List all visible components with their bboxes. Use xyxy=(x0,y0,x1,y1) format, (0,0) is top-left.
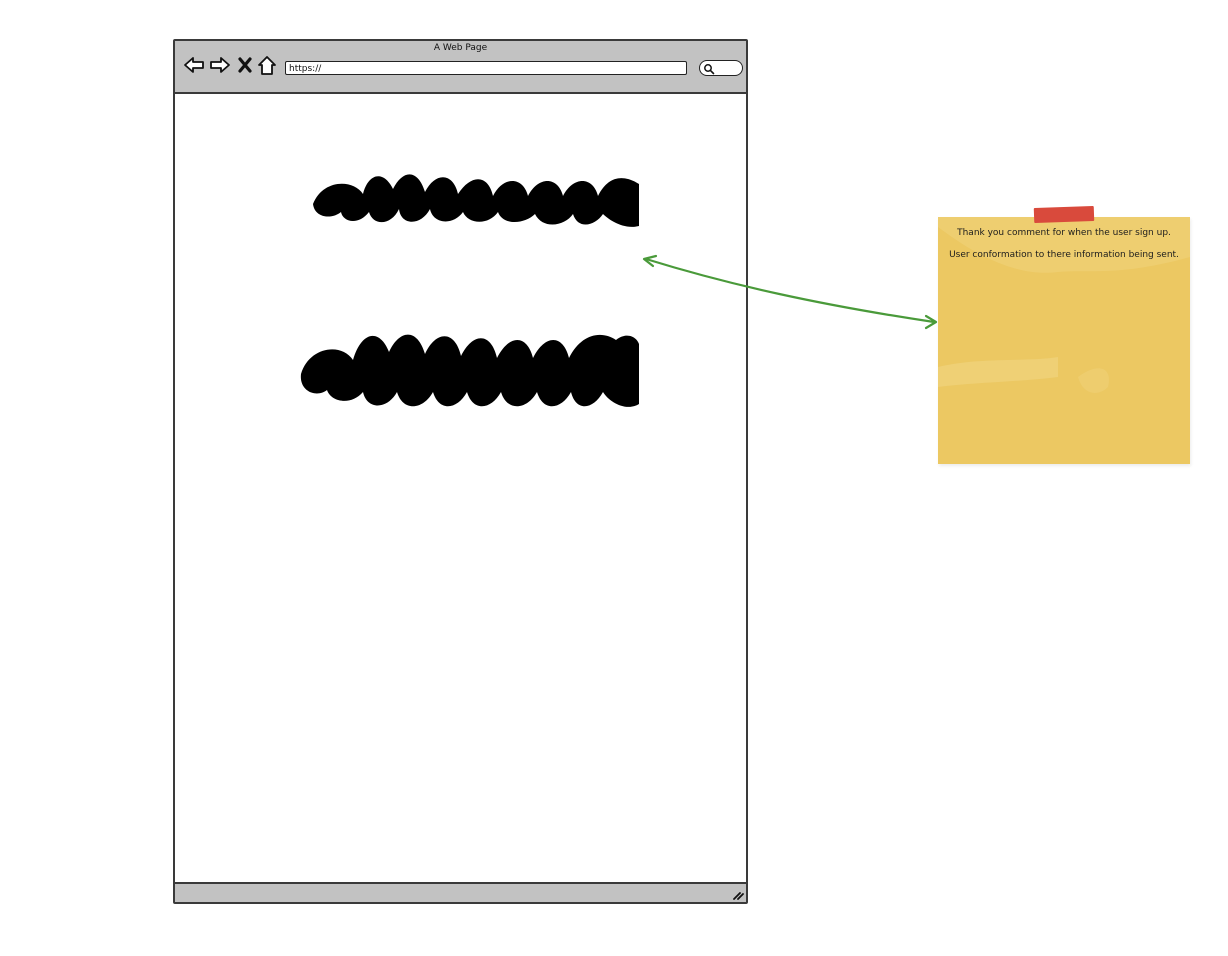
sticky-tape xyxy=(1033,205,1095,224)
redacted-text-block-2 xyxy=(300,334,639,407)
page-title: A Web Page xyxy=(433,43,488,53)
browser-statusbar xyxy=(175,882,746,902)
url-input[interactable]: https:// xyxy=(285,61,687,75)
sticky-note-line-2: User conformation to there information b… xyxy=(949,250,1179,260)
home-icon[interactable] xyxy=(257,55,277,81)
forward-arrow-icon[interactable] xyxy=(209,55,231,79)
redacted-text-block-1 xyxy=(313,174,639,227)
back-arrow-icon[interactable] xyxy=(183,55,205,79)
page-content xyxy=(175,94,746,882)
browser-titlebar: A Web Page https:// xyxy=(175,41,746,94)
search-field[interactable] xyxy=(699,60,743,76)
stop-close-icon[interactable] xyxy=(237,55,253,79)
browser-window: A Web Page https:// xyxy=(173,39,748,904)
sticky-note: Thank you comment for when the user sign… xyxy=(938,205,1190,464)
search-icon xyxy=(704,64,715,75)
resize-grip-icon[interactable] xyxy=(732,889,744,901)
sticky-note-line-1: Thank you comment for when the user sign… xyxy=(957,228,1171,238)
